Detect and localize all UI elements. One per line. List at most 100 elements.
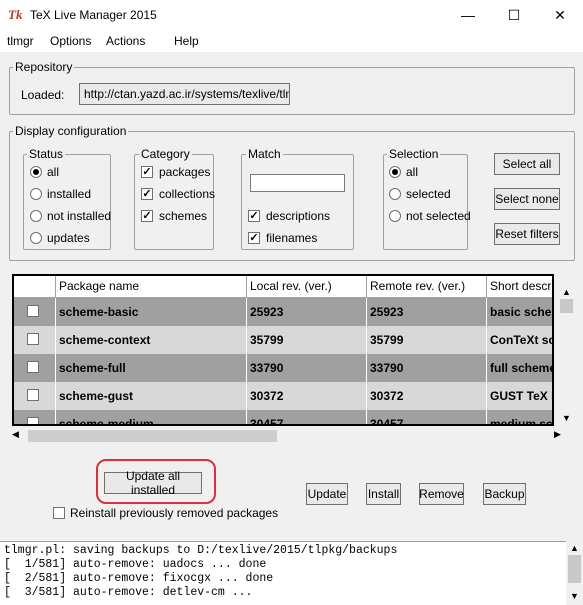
package-name-cell: scheme-context (56, 326, 247, 354)
selection-all-label: all (406, 165, 419, 179)
table-horizontal-scrollbar[interactable]: ◀ ▶ (12, 429, 565, 443)
status-not-installed-radio[interactable] (30, 210, 42, 222)
selection-not-selected-label: not selected (406, 209, 471, 223)
match-filenames-label: filenames (266, 231, 318, 245)
category-collections-label: collections (159, 187, 216, 201)
description-cell: GUST TeX L (487, 382, 552, 410)
match-descriptions-label: descriptions (266, 209, 331, 223)
install-button[interactable]: Install (366, 483, 401, 505)
remote-rev-cell: 30372 (367, 382, 487, 410)
menu-actions[interactable]: Actions (106, 34, 145, 48)
status-updates-radio[interactable] (30, 232, 42, 244)
local-rev-cell: 25923 (247, 298, 367, 326)
window-title: TeX Live Manager 2015 (30, 8, 157, 22)
row-checkbox[interactable] (27, 305, 39, 317)
remote-rev-cell: 33790 (367, 354, 487, 382)
reinstall-checkbox[interactable] (53, 507, 65, 519)
log-vertical-scrollbar[interactable]: ▲ ▼ (566, 541, 583, 605)
close-icon: ✕ (554, 6, 566, 23)
menu-tlmgr[interactable]: tlmgr (7, 34, 34, 48)
repository-url-button[interactable]: http://ctan.yazd.ac.ir/systems/texlive/t… (79, 83, 290, 105)
horizontal-scroll-thumb[interactable] (28, 430, 277, 442)
match-label: Match (246, 147, 283, 161)
log-output[interactable]: tlmgr.pl: saving backups to D:/texlive/2… (0, 541, 566, 605)
row-checkbox[interactable] (27, 333, 39, 345)
log-scroll-down-icon[interactable]: ▼ (570, 591, 579, 601)
package-table: Package name Local rev. (ver.) Remote re… (12, 274, 554, 426)
package-name-cell: scheme-basic (56, 298, 247, 326)
match-descriptions-checkbox[interactable]: ✓ (248, 210, 260, 222)
column-header-local-rev[interactable]: Local rev. (ver.) (247, 276, 367, 298)
selection-selected-radio[interactable] (389, 188, 401, 200)
match-filenames-checkbox[interactable]: ✓ (248, 232, 260, 244)
log-scroll-up-icon[interactable]: ▲ (570, 543, 579, 553)
log-line: [ 2/581] auto-remove: fixocgx ... done (4, 572, 274, 585)
remove-button[interactable]: Remove (419, 483, 464, 505)
scroll-down-icon[interactable]: ▼ (562, 413, 571, 423)
row-checkbox[interactable] (27, 361, 39, 373)
table-vertical-scrollbar[interactable]: ▲ ▼ (558, 285, 575, 425)
display-configuration-label: Display configuration (13, 124, 129, 138)
backup-button[interactable]: Backup (483, 483, 526, 505)
vertical-scroll-thumb[interactable] (560, 299, 573, 313)
scroll-up-icon[interactable]: ▲ (562, 287, 571, 297)
selection-all-radio[interactable] (389, 166, 401, 178)
status-installed-radio[interactable] (30, 188, 42, 200)
update-all-installed-button[interactable]: Update all installed (104, 469, 202, 497)
category-packages-checkbox[interactable]: ✓ (141, 166, 153, 178)
update-button[interactable]: Update (306, 483, 348, 505)
log-scroll-thumb[interactable] (568, 555, 581, 583)
description-cell: medium sch (487, 410, 552, 424)
remote-rev-cell: 25923 (367, 298, 487, 326)
minimize-button[interactable]: — (445, 0, 491, 30)
status-label: Status (27, 147, 66, 161)
category-packages-label: packages (159, 165, 211, 179)
row-checkbox[interactable] (27, 389, 39, 401)
maximize-button[interactable]: ☐ (491, 0, 537, 30)
status-all-radio[interactable] (30, 166, 42, 178)
match-search-input[interactable] (250, 174, 345, 192)
maximize-icon: ☐ (507, 6, 521, 23)
table-row[interactable]: scheme-gust 30372 30372 GUST TeX L (14, 382, 552, 410)
selection-selected-label: selected (406, 187, 451, 201)
description-cell: basic schem (487, 298, 552, 326)
package-name-cell: scheme-gust (56, 382, 247, 410)
category-collections-checkbox[interactable]: ✓ (141, 188, 153, 200)
menu-options[interactable]: Options (50, 34, 91, 48)
table-row[interactable]: scheme-context 35799 35799 ConTeXt sc (14, 326, 552, 354)
table-row[interactable]: scheme-medium 30457 30457 medium sch (14, 410, 552, 424)
loaded-label: Loaded: (21, 88, 65, 102)
category-schemes-label: schemes (159, 209, 208, 223)
category-label: Category (139, 147, 192, 161)
close-button[interactable]: ✕ (537, 0, 583, 30)
select-none-button[interactable]: Select none (494, 188, 560, 210)
tk-app-icon: Tk (8, 7, 23, 22)
repository-label: Repository (13, 60, 75, 74)
selection-not-selected-radio[interactable] (389, 210, 401, 222)
package-name-cell: scheme-full (56, 354, 247, 382)
local-rev-cell: 33790 (247, 354, 367, 382)
column-header-remote-rev[interactable]: Remote rev. (ver.) (367, 276, 487, 298)
local-rev-cell: 30457 (247, 410, 367, 424)
column-header-short-description[interactable]: Short descript (487, 276, 552, 298)
remote-rev-cell: 35799 (367, 326, 487, 354)
category-schemes-checkbox[interactable]: ✓ (141, 210, 153, 222)
table-row[interactable]: scheme-full 33790 33790 full scheme (14, 354, 552, 382)
status-all-label: all (47, 165, 60, 179)
scroll-left-icon[interactable]: ◀ (12, 429, 19, 440)
minimize-icon: — (461, 7, 475, 23)
menu-help[interactable]: Help (174, 34, 199, 48)
status-updates-label: updates (47, 231, 90, 245)
table-row[interactable]: scheme-basic 25923 25923 basic schem (14, 298, 552, 326)
row-checkbox[interactable] (27, 417, 39, 424)
select-all-button[interactable]: Select all (494, 153, 560, 175)
reset-filters-button[interactable]: Reset filters (494, 223, 560, 245)
log-line: [ 3/581] auto-remove: detlev-cm ... (4, 586, 253, 599)
log-line: [ 1/581] auto-remove: uadocs ... done (4, 558, 267, 571)
local-rev-cell: 35799 (247, 326, 367, 354)
reinstall-label: Reinstall previously removed packages (70, 506, 279, 520)
column-header-select[interactable] (14, 276, 56, 298)
column-header-package-name[interactable]: Package name (56, 276, 247, 298)
status-not-installed-label: not installed (47, 209, 112, 223)
scroll-right-icon[interactable]: ▶ (554, 429, 561, 440)
